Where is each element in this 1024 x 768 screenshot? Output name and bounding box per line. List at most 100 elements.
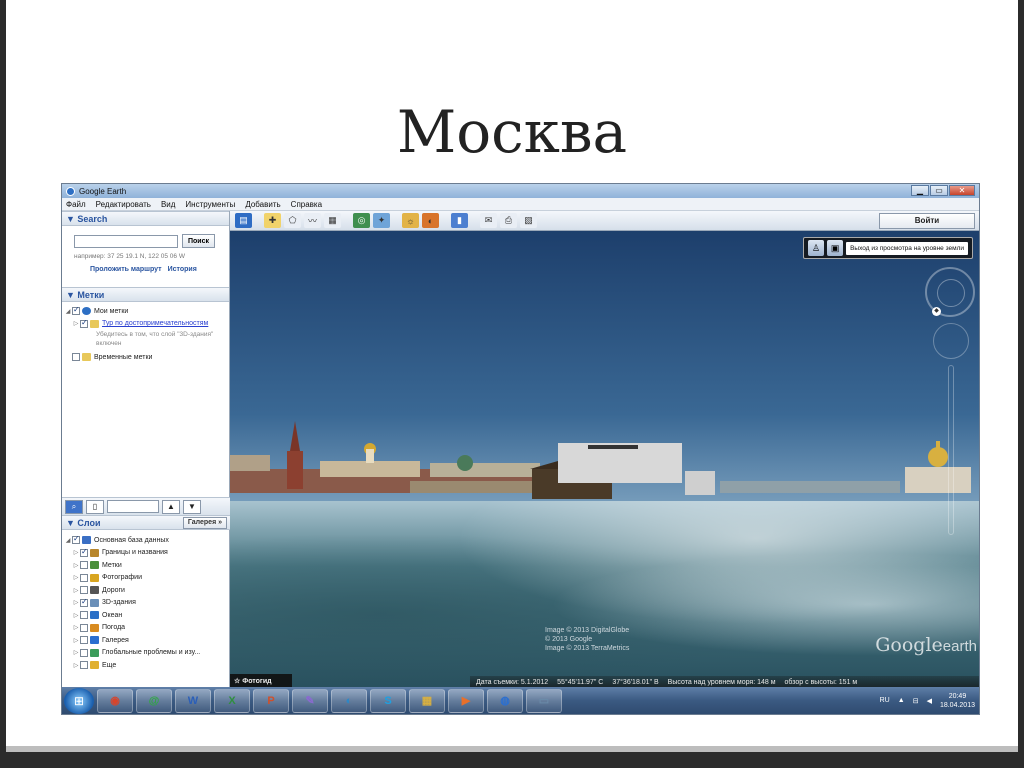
word-icon[interactable]: W bbox=[175, 688, 211, 713]
expand-icon[interactable]: ▷ bbox=[72, 599, 80, 606]
move-up-icon[interactable]: ▲ bbox=[162, 499, 180, 514]
volume-icon[interactable]: ◀ bbox=[927, 697, 932, 705]
expand-icon[interactable]: ▷ bbox=[72, 649, 80, 656]
expand-icon[interactable]: ▷ bbox=[72, 574, 80, 581]
checkbox[interactable] bbox=[72, 353, 80, 362]
layer-item[interactable]: ▷ Погода bbox=[64, 622, 200, 635]
earth-3d-viewport[interactable]: ♙ ▣ Выход из просмотра на уровне земли ◆… bbox=[230, 231, 979, 689]
search-button[interactable]: Поиск bbox=[182, 234, 216, 248]
mars-icon[interactable]: ◐ bbox=[422, 213, 439, 228]
checkbox[interactable] bbox=[80, 611, 88, 620]
layer-item[interactable]: ▷ Границы и названия bbox=[64, 547, 200, 560]
tray-arrow-icon[interactable]: ▲ bbox=[898, 697, 905, 704]
gallery-button[interactable]: Галерея » bbox=[182, 517, 227, 529]
sky-icon[interactable]: ✦ bbox=[373, 213, 390, 228]
menu-edit[interactable]: Редактировать bbox=[96, 200, 151, 209]
chrome-icon[interactable]: ◉ bbox=[97, 688, 133, 713]
checkbox[interactable] bbox=[80, 623, 88, 632]
explorer-icon[interactable]: ▦ bbox=[409, 688, 445, 713]
search-input[interactable] bbox=[74, 234, 178, 248]
layer-item[interactable]: ▷ 3D-здания bbox=[64, 597, 200, 610]
move-down-icon[interactable]: ▼ bbox=[183, 499, 201, 514]
expand-icon[interactable]: ▷ bbox=[72, 549, 80, 556]
checkbox[interactable] bbox=[80, 547, 88, 557]
expand-icon[interactable]: ▷ bbox=[72, 562, 80, 569]
layer-item[interactable]: ◢ Основная база данных bbox=[64, 534, 200, 547]
expand-icon[interactable]: ▷ bbox=[72, 612, 80, 619]
search-panel-header[interactable]: ▼ Search bbox=[62, 211, 229, 226]
places-filter-input[interactable] bbox=[107, 500, 159, 513]
checkbox[interactable] bbox=[72, 305, 80, 316]
tour-link[interactable]: Тур по достопримечательностям bbox=[102, 320, 208, 327]
checkbox[interactable] bbox=[80, 636, 88, 645]
overlay-icon[interactable]: ▦ bbox=[324, 213, 341, 228]
route-link[interactable]: Проложить маршрут bbox=[90, 266, 162, 273]
expand-icon[interactable]: ▷ bbox=[72, 624, 80, 631]
checkbox[interactable] bbox=[80, 648, 88, 657]
history-link[interactable]: История bbox=[168, 266, 197, 273]
layer-item[interactable]: ▷ Дороги bbox=[64, 584, 200, 597]
layers-panel-header[interactable]: ▼ Слои Галерея » bbox=[62, 515, 230, 530]
player-icon[interactable]: ◐ bbox=[331, 688, 367, 713]
language-indicator[interactable]: RU bbox=[880, 697, 890, 704]
google-earth-taskbar-icon[interactable]: ◍ bbox=[487, 688, 523, 713]
expand-icon[interactable]: ◢ bbox=[64, 308, 72, 315]
expand-icon[interactable]: ▷ bbox=[72, 320, 80, 327]
expand-icon[interactable]: ▷ bbox=[72, 662, 80, 669]
layer-item[interactable]: ▷ Галерея bbox=[64, 634, 200, 647]
placemark-icon[interactable]: ✚ bbox=[264, 213, 281, 228]
media-player-icon[interactable]: ▶ bbox=[448, 688, 484, 713]
tree-item-tour[interactable]: ▷ Тур по достопримечательностям bbox=[64, 318, 229, 331]
checkbox[interactable] bbox=[80, 573, 88, 582]
checkbox[interactable] bbox=[80, 661, 88, 670]
minimize-button[interactable]: ▁ bbox=[911, 185, 929, 196]
email-icon[interactable]: ✉ bbox=[480, 213, 497, 228]
layer-item[interactable]: ▷ Океан bbox=[64, 609, 200, 622]
cube-icon[interactable]: ▣ bbox=[827, 240, 844, 256]
network-icon[interactable]: ⊟ bbox=[913, 697, 919, 705]
layer-item[interactable]: ▷ Фотографии bbox=[64, 572, 200, 585]
skype-icon[interactable]: S bbox=[370, 688, 406, 713]
ruler-icon[interactable]: ▮ bbox=[451, 213, 468, 228]
menu-tools[interactable]: Инструменты bbox=[185, 200, 235, 209]
clock[interactable]: 20:49 18.04.2013 bbox=[940, 692, 975, 710]
close-button[interactable]: ✕ bbox=[949, 185, 975, 196]
sun-icon[interactable]: ☼ bbox=[402, 213, 419, 228]
path-icon[interactable]: 〰 bbox=[304, 213, 321, 228]
maps-icon[interactable]: ▧ bbox=[520, 213, 537, 228]
checkbox[interactable] bbox=[80, 597, 88, 607]
exit-ground-level-button[interactable]: Выход из просмотра на уровне земли bbox=[846, 241, 968, 255]
window-icon[interactable]: ▭ bbox=[526, 688, 562, 713]
maximize-button[interactable]: ▭ bbox=[930, 185, 948, 196]
tour-icon[interactable]: ◎ bbox=[353, 213, 370, 228]
layer-item[interactable]: ▷ Еще bbox=[64, 659, 200, 672]
checkbox[interactable] bbox=[80, 586, 88, 595]
menu-view[interactable]: Вид bbox=[161, 200, 175, 209]
paint-icon[interactable]: ✎ bbox=[292, 688, 328, 713]
search-places-icon[interactable]: ⌕ bbox=[65, 499, 83, 514]
menu-add[interactable]: Добавить bbox=[245, 200, 280, 209]
start-button[interactable]: ⊞ bbox=[64, 687, 94, 714]
tree-item-my-places[interactable]: ◢ Мои метки bbox=[64, 305, 229, 318]
menu-help[interactable]: Справка bbox=[291, 200, 322, 209]
excel-icon[interactable]: X bbox=[214, 688, 250, 713]
expand-icon[interactable]: ◢ bbox=[64, 537, 72, 544]
person-icon[interactable]: ♙ bbox=[808, 240, 825, 256]
toggle-view-icon[interactable]: ▯ bbox=[86, 499, 104, 514]
menu-file[interactable]: Файл bbox=[66, 200, 86, 209]
layer-item[interactable]: ▷ Метки bbox=[64, 559, 200, 572]
places-panel-header[interactable]: ▼ Метки bbox=[62, 287, 229, 302]
sidebar-icon[interactable]: ▤ bbox=[235, 213, 252, 228]
mail-agent-icon[interactable]: @ bbox=[136, 688, 172, 713]
look-joystick-icon[interactable]: ◆ bbox=[932, 307, 941, 316]
move-ring[interactable] bbox=[933, 323, 969, 359]
tree-item-temp-places[interactable]: Временные метки bbox=[64, 351, 229, 364]
polygon-icon[interactable]: ⬠ bbox=[284, 213, 301, 228]
print-icon[interactable]: ⎙ bbox=[500, 213, 517, 228]
powerpoint-icon[interactable]: P bbox=[253, 688, 289, 713]
checkbox[interactable] bbox=[80, 318, 88, 328]
checkbox[interactable] bbox=[72, 534, 80, 545]
zoom-slider[interactable] bbox=[948, 365, 954, 535]
checkbox[interactable] bbox=[80, 561, 88, 570]
expand-icon[interactable]: ▷ bbox=[72, 587, 80, 594]
